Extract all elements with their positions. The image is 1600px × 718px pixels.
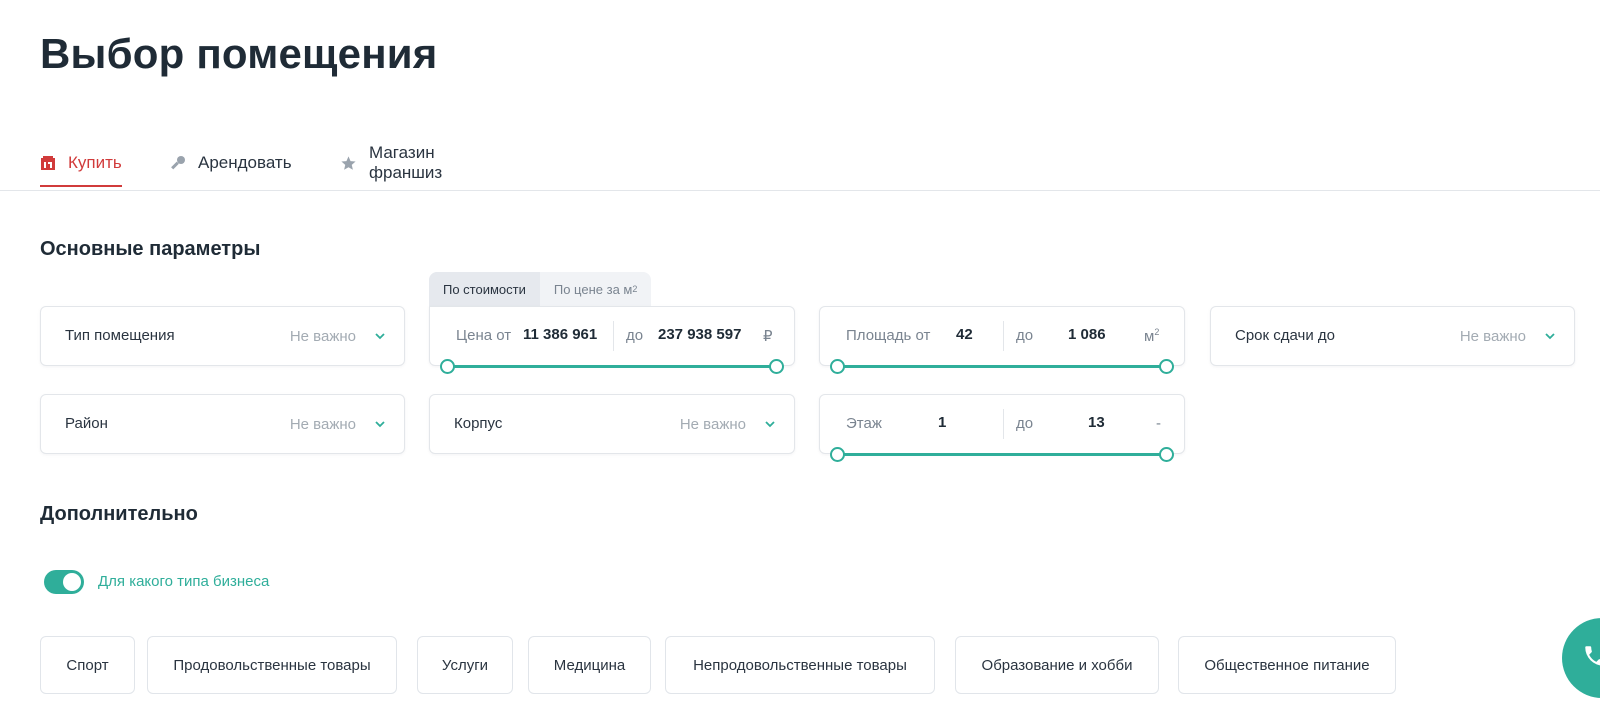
area-unit: м2 xyxy=(1144,327,1159,345)
price-separator xyxy=(613,321,614,351)
type-select-label: Тип помещения xyxy=(65,327,175,344)
type-select[interactable]: Тип помещения Не важно xyxy=(40,306,405,366)
tab-rent[interactable]: Арендовать xyxy=(170,140,292,186)
price-from-label: Цена от xyxy=(456,327,512,344)
floor-separator xyxy=(1003,409,1004,439)
area-unit-base: м xyxy=(1144,328,1155,345)
price-range: Цена от 11 386 961 до 237 938 597 ₽ xyxy=(429,306,795,374)
call-button[interactable] xyxy=(1562,618,1600,698)
area-from-value[interactable]: 42 xyxy=(956,326,973,343)
floor-to-value[interactable]: 13 xyxy=(1088,414,1105,431)
price-mode-by-cost[interactable]: По стоимости xyxy=(429,272,540,306)
business-type-toggle[interactable] xyxy=(44,570,84,594)
chevron-down-icon xyxy=(375,333,385,340)
district-select-label: Район xyxy=(65,415,108,432)
floor-unit: - xyxy=(1156,415,1161,432)
floor-slider-track[interactable] xyxy=(838,453,1166,456)
key-icon xyxy=(170,155,186,171)
price-mode-switch: По стоимости По цене за м2 xyxy=(429,272,652,306)
price-from-value[interactable]: 11 386 961 xyxy=(523,326,597,343)
chip-medicine[interactable]: Медицина xyxy=(528,636,651,694)
price-to-value[interactable]: 237 938 597 xyxy=(658,326,741,343)
price-unit: ₽ xyxy=(763,328,773,345)
area-from-label: Площадь от xyxy=(846,327,931,344)
chevron-down-icon xyxy=(765,421,775,428)
tab-franchise-store[interactable]: Магазин франшиз xyxy=(340,140,442,186)
page-title: Выбор помещения xyxy=(40,30,438,77)
star-icon xyxy=(340,155,357,172)
building-select[interactable]: Корпус Не важно xyxy=(429,394,795,454)
floor-from-value[interactable]: 1 xyxy=(938,414,946,431)
floor-from-label: Этаж xyxy=(846,415,882,432)
price-mode-by-m2-label: По цене за м xyxy=(553,281,633,297)
price-mode-by-m2[interactable]: По цене за м2 xyxy=(540,272,652,306)
deadline-select[interactable]: Срок сдачи до Не важно xyxy=(1210,306,1575,366)
deadline-select-label: Срок сдачи до xyxy=(1235,327,1335,344)
tab-rent-label: Арендовать xyxy=(198,153,292,172)
chip-education-hobby[interactable]: Образование и хобби xyxy=(955,636,1159,694)
chip-sport[interactable]: Спорт xyxy=(40,636,135,694)
chip-services[interactable]: Услуги xyxy=(417,636,513,694)
business-type-toggle-label[interactable]: Для какого типа бизнеса xyxy=(98,573,269,590)
floor-slider-max-handle[interactable] xyxy=(1159,447,1174,462)
tab-franchise-store-label: Магазин франшиз xyxy=(369,143,443,182)
extra-section-title: Дополнительно xyxy=(40,503,198,525)
phone-icon xyxy=(1582,643,1600,674)
toggle-knob xyxy=(63,573,81,591)
district-select-value: Не важно xyxy=(289,416,356,433)
tabs-divider xyxy=(0,190,1600,191)
chevron-down-icon xyxy=(375,421,385,428)
type-select-value: Не важно xyxy=(289,328,356,345)
chip-catering[interactable]: Общественное питание xyxy=(1178,636,1396,694)
chevron-down-icon xyxy=(1545,333,1555,340)
area-to-value[interactable]: 1 086 xyxy=(1068,326,1106,343)
building-select-label: Корпус xyxy=(454,415,503,432)
tab-buy-label: Купить xyxy=(68,153,122,172)
price-mode-by-m2-sup: 2 xyxy=(632,284,638,294)
area-slider-min-handle[interactable] xyxy=(830,359,845,374)
area-separator xyxy=(1003,321,1004,351)
main-params-title: Основные параметры xyxy=(40,238,261,260)
deadline-select-value: Не важно xyxy=(1459,328,1526,345)
area-slider-max-handle[interactable] xyxy=(1159,359,1174,374)
area-range: Площадь от 42 до 1 086 м2 xyxy=(819,306,1185,374)
price-slider-max-handle[interactable] xyxy=(769,359,784,374)
district-select[interactable]: Район Не важно xyxy=(40,394,405,454)
chip-food-goods[interactable]: Продовольственные товары xyxy=(147,636,397,694)
floor-to-label: до xyxy=(1016,415,1034,432)
area-slider-track[interactable] xyxy=(838,365,1166,368)
floor-range: Этаж 1 до 13 - xyxy=(819,394,1185,462)
tab-buy[interactable]: Купить xyxy=(40,140,122,187)
area-unit-sup: 2 xyxy=(1154,327,1160,337)
floor-slider-min-handle[interactable] xyxy=(830,447,845,462)
area-to-label: до xyxy=(1016,327,1034,344)
building-icon xyxy=(40,155,56,171)
price-to-label: до xyxy=(626,327,644,344)
building-select-value: Не важно xyxy=(679,416,746,433)
price-slider-track[interactable] xyxy=(448,365,776,368)
price-slider-min-handle[interactable] xyxy=(440,359,455,374)
chip-nonfood-goods[interactable]: Непродовольственные товары xyxy=(665,636,935,694)
